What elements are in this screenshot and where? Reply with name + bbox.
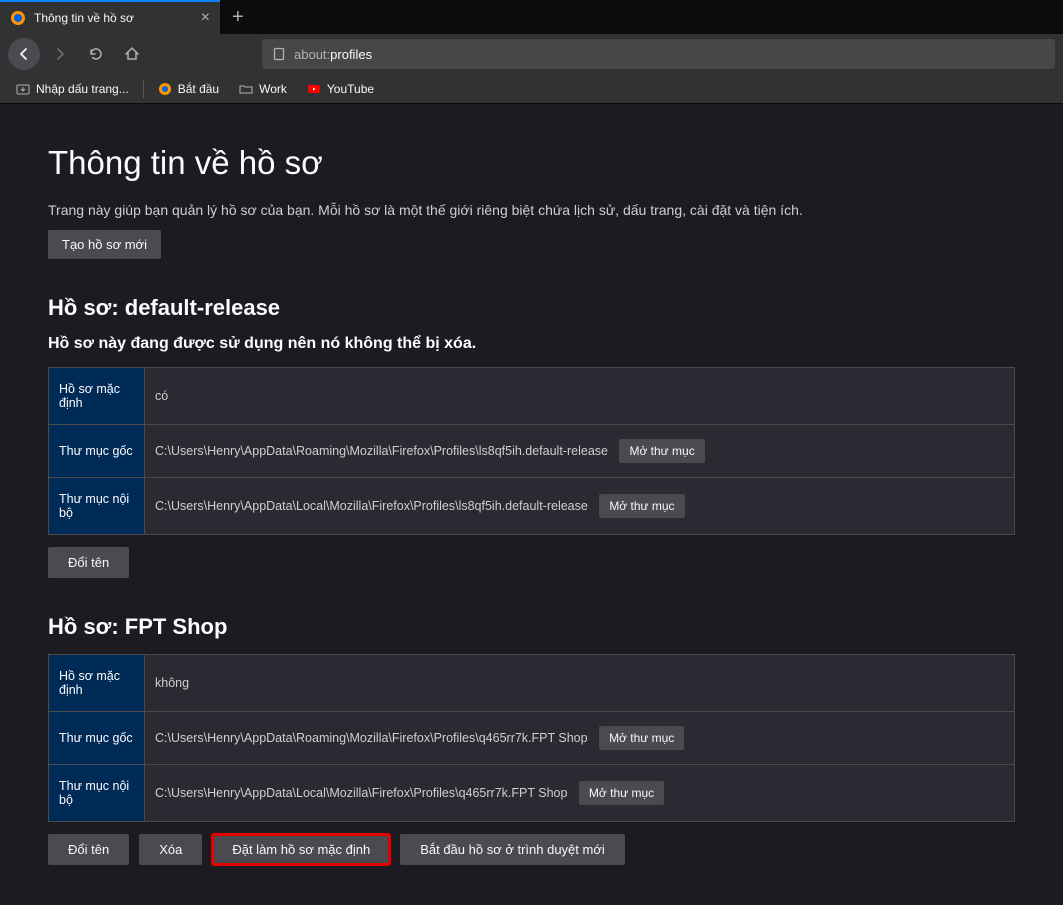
profile-heading: Hồ sơ: FPT Shop (48, 614, 1015, 640)
import-icon (16, 82, 30, 96)
root-dir-value: C:\Users\Henry\AppData\Roaming\Mozilla\F… (145, 712, 1015, 765)
firefox-icon (158, 82, 172, 96)
row-label: Thư mục gốc (49, 712, 145, 765)
url-text: about:profiles (294, 47, 372, 62)
tab-bar: Thông tin về hồ sơ × + (0, 0, 1063, 34)
bookmark-label: YouTube (327, 82, 374, 96)
browser-tab[interactable]: Thông tin về hồ sơ × (0, 0, 220, 34)
profile-section: Hồ sơ: FPT Shop Hồ sơ mặc định không Thư… (48, 614, 1015, 865)
set-default-button[interactable]: Đặt làm hồ sơ mặc định (212, 834, 390, 865)
default-profile-value: không (145, 655, 1015, 712)
bookmark-separator (143, 80, 144, 98)
local-dir-value: C:\Users\Henry\AppData\Local\Mozilla\Fir… (145, 765, 1015, 822)
table-row: Hồ sơ mặc định có (49, 368, 1015, 425)
row-label: Thư mục nội bộ (49, 765, 145, 822)
page-title: Thông tin về hồ sơ (48, 144, 1015, 182)
bookmark-label: Bắt đầu (178, 82, 219, 96)
open-folder-button[interactable]: Mở thư mục (599, 494, 684, 518)
open-folder-button[interactable]: Mở thư mục (579, 781, 664, 805)
table-row: Thư mục gốc C:\Users\Henry\AppData\Roami… (49, 712, 1015, 765)
bookmark-bar: Nhập dấu trang... Bắt đầu Work YouTube (0, 74, 1063, 104)
row-label: Hồ sơ mặc định (49, 655, 145, 712)
tab-title: Thông tin về hồ sơ (34, 11, 193, 25)
profile-heading: Hồ sơ: default-release (48, 295, 1015, 321)
default-profile-value: có (145, 368, 1015, 425)
delete-button[interactable]: Xóa (139, 834, 202, 865)
bookmark-start[interactable]: Bắt đầu (150, 78, 227, 100)
profile-actions: Đổi tên Xóa Đặt làm hồ sơ mặc định Bắt đ… (48, 834, 1015, 865)
rename-button[interactable]: Đổi tên (48, 547, 129, 578)
rename-button[interactable]: Đổi tên (48, 834, 129, 865)
launch-new-browser-button[interactable]: Bắt đầu hồ sơ ở trình duyệt mới (400, 834, 625, 865)
import-bookmarks-button[interactable]: Nhập dấu trang... (8, 78, 137, 100)
page-description: Trang này giúp bạn quản lý hồ sơ của bạn… (48, 202, 1015, 218)
row-label: Hồ sơ mặc định (49, 368, 145, 425)
bookmark-work[interactable]: Work (231, 78, 295, 100)
table-row: Thư mục gốc C:\Users\Henry\AppData\Roami… (49, 425, 1015, 478)
row-label: Thư mục gốc (49, 425, 145, 478)
close-tab-icon[interactable]: × (201, 9, 210, 27)
home-button[interactable] (116, 38, 148, 70)
back-button[interactable] (8, 38, 40, 70)
bookmark-label: Nhập dấu trang... (36, 82, 129, 96)
table-row: Hồ sơ mặc định không (49, 655, 1015, 712)
bookmark-youtube[interactable]: YouTube (299, 78, 382, 100)
profile-table: Hồ sơ mặc định không Thư mục gốc C:\User… (48, 654, 1015, 822)
row-label: Thư mục nội bộ (49, 478, 145, 535)
profile-section: Hồ sơ: default-release Hồ sơ này đang đư… (48, 295, 1015, 578)
bookmark-label: Work (259, 82, 287, 96)
table-row: Thư mục nội bộ C:\Users\Henry\AppData\Lo… (49, 478, 1015, 535)
open-folder-button[interactable]: Mở thư mục (599, 726, 684, 750)
nav-bar: about:profiles (0, 34, 1063, 74)
profile-table: Hồ sơ mặc định có Thư mục gốc C:\Users\H… (48, 367, 1015, 535)
profile-actions: Đổi tên (48, 547, 1015, 578)
open-folder-button[interactable]: Mở thư mục (619, 439, 704, 463)
profile-in-use-note: Hồ sơ này đang được sử dụng nên nó không… (48, 335, 1015, 353)
folder-icon (239, 82, 253, 96)
reload-button[interactable] (80, 38, 112, 70)
youtube-icon (307, 82, 321, 96)
local-dir-value: C:\Users\Henry\AppData\Local\Mozilla\Fir… (145, 478, 1015, 535)
page-content: Thông tin về hồ sơ Trang này giúp bạn qu… (0, 104, 1063, 905)
forward-button (44, 38, 76, 70)
url-bar[interactable]: about:profiles (262, 39, 1055, 69)
table-row: Thư mục nội bộ C:\Users\Henry\AppData\Lo… (49, 765, 1015, 822)
firefox-icon (10, 10, 26, 26)
file-icon (272, 47, 286, 61)
root-dir-value: C:\Users\Henry\AppData\Roaming\Mozilla\F… (145, 425, 1015, 478)
create-profile-button[interactable]: Tạo hồ sơ mới (48, 230, 161, 259)
new-tab-button[interactable]: + (220, 6, 256, 29)
